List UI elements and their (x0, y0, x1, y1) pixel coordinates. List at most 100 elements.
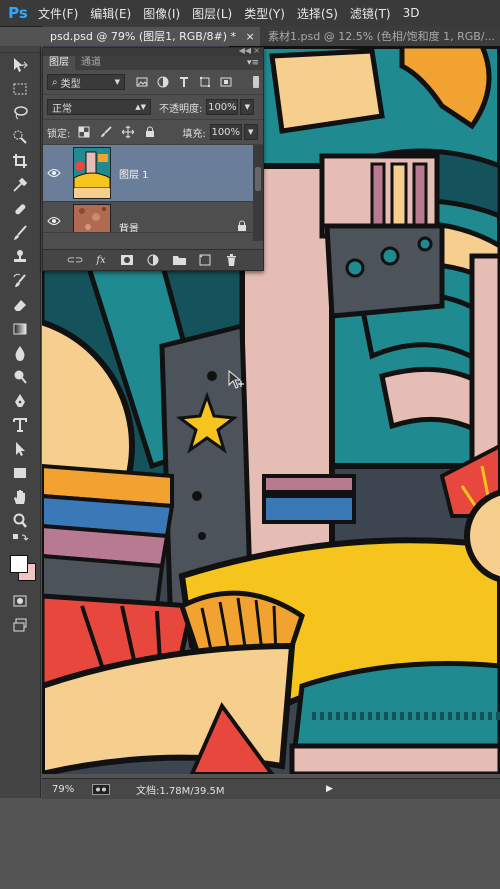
layer-thumbnail (73, 204, 111, 232)
layer-thumbnail (73, 147, 111, 199)
type-tool-icon[interactable] (0, 413, 40, 437)
adjustment-filter-icon[interactable] (156, 76, 169, 89)
path-select-icon[interactable] (0, 437, 40, 461)
tab-psd[interactable]: psd.psd @ 79% (图层1, RGB/8#) * × (42, 27, 261, 46)
eyedropper-icon[interactable] (0, 173, 40, 197)
menu-filter[interactable]: 滤镜(T) (344, 5, 397, 22)
document-tabs: psd.psd @ 79% (图层1, RGB/8#) * × 素材1.psd … (42, 26, 500, 46)
lock-transparency-icon[interactable] (78, 126, 90, 138)
hand-tool-icon[interactable] (0, 485, 40, 509)
panel-titlebar[interactable]: ◀◀ × (43, 46, 263, 56)
layer-lock-icon (237, 220, 247, 232)
smart-object-filter-icon[interactable] (219, 76, 232, 89)
mask-icon[interactable] (120, 253, 134, 267)
layers-scrollbar[interactable] (253, 145, 263, 241)
opacity-label: 不透明度: (159, 103, 203, 115)
menu-edit[interactable]: 编辑(E) (84, 5, 137, 22)
visibility-eye-icon[interactable] (43, 216, 65, 226)
zoom-level[interactable]: 79% (42, 784, 92, 795)
fill-input[interactable]: 100% (209, 124, 242, 140)
tab-material[interactable]: 素材1.psd @ 12.5% (色相/饱和度 1, RGB/... (260, 27, 500, 46)
lock-pixels-icon[interactable] (100, 126, 113, 138)
toolbar-grip[interactable] (0, 46, 40, 53)
blend-mode-label: 正常 (52, 103, 72, 115)
layer-name: 背景 (119, 224, 139, 233)
blur-tool-icon[interactable] (0, 341, 40, 365)
quick-mask-icon[interactable] (0, 589, 40, 613)
swap-colors-icon[interactable] (0, 533, 40, 549)
tab-layers[interactable]: 图层 (43, 56, 75, 70)
fill-dropdown-icon[interactable]: ▼ (243, 124, 258, 140)
opacity-dropdown-icon[interactable]: ▼ (240, 99, 255, 115)
clone-stamp-icon[interactable] (0, 245, 40, 269)
foreground-color-swatch[interactable] (10, 555, 28, 573)
marquee-tool-icon[interactable] (0, 77, 40, 101)
link-icon[interactable]: ⊂⊃ (67, 253, 84, 267)
fill-label: 填充: (182, 128, 206, 140)
chevron-down-icon: ▲▼ (135, 103, 146, 111)
panel-tabs: 图层 通道 ▾≡ (43, 56, 263, 70)
dodge-tool-icon[interactable] (0, 365, 40, 389)
tools-panel (0, 46, 41, 798)
lock-label: 锁定: (47, 128, 71, 140)
move-tool-icon[interactable] (0, 53, 40, 77)
menu-select[interactable]: 选择(S) (291, 5, 344, 22)
menu-3d[interactable]: 3D (397, 6, 426, 20)
mouse-cursor-icon (228, 370, 244, 389)
menu-type[interactable]: 类型(Y) (238, 5, 291, 22)
blend-mode-select[interactable]: 正常 ▲▼ (47, 99, 151, 115)
healing-brush-icon[interactable] (0, 197, 40, 221)
layer-name: 图层 1 (119, 169, 149, 181)
lock-row: 锁定: 填充: 100% ▼ (43, 120, 263, 145)
lock-icons (78, 126, 156, 138)
quick-select-icon[interactable] (0, 125, 40, 149)
gradient-tool-icon[interactable] (0, 317, 40, 341)
lock-position-icon[interactable] (122, 126, 135, 138)
menu-file[interactable]: 文件(F) (32, 5, 84, 22)
tab-label: psd.psd @ 79% (图层1, RGB/8#) * (50, 30, 237, 43)
brush-tool-icon[interactable] (0, 221, 40, 245)
filter-toggle[interactable] (253, 76, 259, 88)
lock-all-icon[interactable] (144, 126, 156, 138)
tab-close-icon[interactable]: × (246, 30, 255, 43)
delete-icon[interactable] (224, 253, 238, 267)
filter-kind-select[interactable]: ⌕ 类型 ▼ (47, 74, 125, 90)
filter-kind-label: 类型 (60, 78, 81, 90)
screen-mode-icon[interactable] (0, 613, 40, 637)
menu-image[interactable]: 图像(I) (137, 5, 186, 22)
status-menu-arrow-icon[interactable]: ▶ (326, 784, 333, 794)
shape-filter-icon[interactable] (198, 76, 211, 89)
status-info-icon[interactable] (92, 783, 110, 795)
lasso-tool-icon[interactable] (0, 101, 40, 125)
adjustment-icon[interactable] (146, 253, 160, 267)
scrollbar-thumb[interactable] (255, 167, 261, 191)
pen-tool-icon[interactable] (0, 389, 40, 413)
menu-bar: Ps 文件(F) 编辑(E) 图像(I) 图层(L) 类型(Y) 选择(S) 滤… (0, 0, 500, 27)
zoom-tool-icon[interactable] (0, 509, 40, 533)
panel-menu-icon[interactable]: ▾≡ (247, 58, 259, 68)
search-icon: ⌕ (52, 76, 58, 88)
tab-channels[interactable]: 通道 (75, 56, 107, 70)
color-swatches (0, 549, 40, 589)
fx-icon[interactable]: fx (94, 253, 108, 267)
history-brush-icon[interactable] (0, 269, 40, 293)
status-bar: 79% 文档:1.78M/39.5M ▶ (42, 778, 500, 799)
new-layer-icon[interactable] (198, 253, 212, 267)
menu-layer[interactable]: 图层(L) (186, 5, 238, 22)
collapse-panel-icon[interactable]: ◀◀ (239, 46, 251, 55)
layers-panel: ◀◀ × 图层 通道 ▾≡ ⌕ 类型 ▼ 正常 ▲▼ 不透明度: 100% ▼ … (42, 46, 264, 271)
opacity-input[interactable]: 100% (206, 99, 239, 115)
chevron-down-icon: ▼ (114, 78, 120, 86)
shape-tool-icon[interactable] (0, 461, 40, 485)
close-panel-icon[interactable]: × (253, 46, 260, 55)
crop-tool-icon[interactable] (0, 149, 40, 173)
visibility-eye-icon[interactable] (43, 168, 65, 178)
group-icon[interactable] (172, 253, 186, 267)
pixel-filter-icon[interactable] (135, 76, 148, 89)
type-filter-icon[interactable] (177, 76, 190, 89)
layer-row-layer1[interactable]: 图层 1 (43, 145, 263, 202)
workspace-background (0, 799, 500, 889)
layer-row-background[interactable]: 背景 (43, 202, 263, 233)
blend-row: 正常 ▲▼ 不透明度: 100% ▼ (43, 95, 263, 120)
eraser-icon[interactable] (0, 293, 40, 317)
